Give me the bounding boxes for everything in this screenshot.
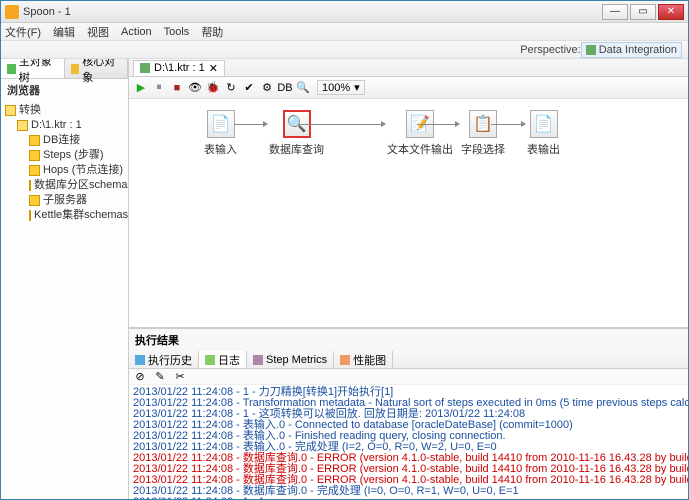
verify-button[interactable]: ✔ xyxy=(241,80,257,96)
explorer-button[interactable]: 🔍 xyxy=(295,80,311,96)
sidebar-tabs: 主对象树 核心对象 xyxy=(1,59,128,79)
run-button[interactable]: ▶ xyxy=(133,80,149,96)
transformation-icon xyxy=(140,63,150,73)
hop-arrow[interactable] xyxy=(417,124,459,125)
menu-tools[interactable]: Tools xyxy=(164,26,190,38)
hop-arrow[interactable] xyxy=(491,124,525,125)
log-output[interactable]: 2013/01/22 11:24:08 - 1 - 力刀精换[转换1]开始执行[… xyxy=(129,385,688,499)
step-label: 字段选择 xyxy=(461,141,505,157)
menu-action[interactable]: Action xyxy=(121,26,152,38)
data-integration-icon xyxy=(586,45,596,55)
step-icon: 📄 xyxy=(530,110,558,138)
canvas-step[interactable]: 🔍数据库查询 xyxy=(269,110,324,157)
history-icon xyxy=(135,355,145,365)
metrics-icon xyxy=(253,355,263,365)
canvas-step[interactable]: 📝文本文件输出 xyxy=(387,110,453,157)
hop-arrow[interactable] xyxy=(299,124,385,125)
chevron-down-icon: ▾ xyxy=(354,81,360,94)
pause-button[interactable]: ⏸ xyxy=(151,80,167,96)
step-label: 表输入 xyxy=(204,141,237,157)
close-button[interactable]: ✕ xyxy=(658,4,684,20)
step-label: 数据库查询 xyxy=(269,141,324,157)
folder-icon xyxy=(29,135,40,146)
sidebar-tab-main-objects[interactable]: 主对象树 xyxy=(1,59,65,78)
tree-node-clusters[interactable]: Kettle集群schemas xyxy=(5,208,124,223)
perspective-bar: Perspective: Data Integration xyxy=(1,41,688,59)
menu-edit[interactable]: 编辑 xyxy=(53,24,75,40)
log-clear-button[interactable]: ⊘ xyxy=(133,370,147,384)
canvas-area: D:\1.ktr : 1 ✕ ▶ ⏸ ■ 👁 🐞 ↻ ✔ ⚙ DB 🔍 100%… xyxy=(129,59,688,499)
file-tab[interactable]: D:\1.ktr : 1 ✕ xyxy=(133,60,225,76)
folder-icon xyxy=(29,180,31,191)
step-icon: 📄 xyxy=(207,110,235,138)
tree-node-file[interactable]: D:\1.ktr : 1 xyxy=(5,118,124,133)
step-label: 文本文件输出 xyxy=(387,141,453,157)
canvas-step[interactable]: 📋字段选择 xyxy=(461,110,505,157)
file-tabs: D:\1.ktr : 1 ✕ xyxy=(129,59,688,77)
impact-button[interactable]: ⚙ xyxy=(259,80,275,96)
chart-icon xyxy=(340,355,350,365)
window-title: Spoon - 1 xyxy=(23,6,602,18)
browser-title: 浏览器 xyxy=(1,79,128,101)
folder-icon xyxy=(29,195,40,206)
replay-button[interactable]: ↻ xyxy=(223,80,239,96)
stop-button[interactable]: ■ xyxy=(169,80,185,96)
minimize-button[interactable]: — xyxy=(602,4,628,20)
transformation-canvas[interactable]: 📄 表输入 🔍数据库查询 📝文本文件输出📋字段选择 📄 表输出 xyxy=(129,99,688,327)
preview-button[interactable]: 👁 xyxy=(187,80,203,96)
log-icon xyxy=(205,355,215,365)
tree-node-steps[interactable]: Steps (步骤) xyxy=(5,148,124,163)
folder-icon xyxy=(29,210,31,221)
hop-arrow[interactable] xyxy=(234,124,267,125)
log-filter-button[interactable]: ✂ xyxy=(173,370,187,384)
titlebar: Spoon - 1 — ▭ ✕ xyxy=(1,1,688,23)
tree-icon xyxy=(7,64,16,74)
sql-button[interactable]: DB xyxy=(277,80,293,96)
tree-node-partitions[interactable]: 数据库分区schemas xyxy=(5,178,124,193)
debug-button[interactable]: 🐞 xyxy=(205,80,221,96)
results-panel: 执行结果 执行历史 日志 Step Metrics 性能图 ⊘ ✎ ✂ 2013… xyxy=(129,327,688,499)
results-title: 执行结果 xyxy=(129,329,688,351)
tree-node-db[interactable]: DB连接 xyxy=(5,133,124,148)
sidebar: 主对象树 核心对象 浏览器 转换 D:\1.ktr : 1 DB连接 Steps… xyxy=(1,59,129,499)
folder-open-icon xyxy=(17,120,28,131)
menu-view[interactable]: 视图 xyxy=(87,24,109,40)
app-icon xyxy=(5,5,19,19)
menu-help[interactable]: 帮助 xyxy=(201,24,223,40)
results-tabs: 执行历史 日志 Step Metrics 性能图 xyxy=(129,351,688,369)
main-content: 主对象树 核心对象 浏览器 转换 D:\1.ktr : 1 DB连接 Steps… xyxy=(1,59,688,499)
tab-close-icon[interactable]: ✕ xyxy=(209,62,218,75)
tree-node-hops[interactable]: Hops (节点连接) xyxy=(5,163,124,178)
sidebar-tab-core-objects[interactable]: 核心对象 xyxy=(65,59,129,78)
folder-icon xyxy=(29,150,40,161)
perspective-label: Perspective: xyxy=(520,44,581,56)
folder-open-icon xyxy=(5,105,16,116)
tab-step-metrics[interactable]: Step Metrics xyxy=(247,351,334,368)
menu-file[interactable]: 文件(F) xyxy=(5,24,41,40)
menubar: 文件(F) 编辑 视图 Action Tools 帮助 xyxy=(1,23,688,41)
zoom-select[interactable]: 100%▾ xyxy=(317,80,365,95)
object-tree: 转换 D:\1.ktr : 1 DB连接 Steps (步骤) Hops (节点… xyxy=(1,101,128,225)
tab-log[interactable]: 日志 xyxy=(199,351,247,368)
tab-history[interactable]: 执行历史 xyxy=(129,351,199,368)
folder-icon xyxy=(71,64,80,74)
canvas-step[interactable]: 📄 表输入 xyxy=(204,110,237,157)
folder-icon xyxy=(29,165,40,176)
log-toolbar: ⊘ ✎ ✂ xyxy=(129,369,688,385)
canvas-toolbar: ▶ ⏸ ■ 👁 🐞 ↻ ✔ ⚙ DB 🔍 100%▾ xyxy=(129,77,688,99)
log-line: 2013/01/22 11:24:08 - 1 - 1 xyxy=(133,497,684,499)
step-label: 表输出 xyxy=(527,141,560,157)
canvas-step[interactable]: 📄 表输出 xyxy=(527,110,560,157)
perspective-button[interactable]: Data Integration xyxy=(581,42,682,58)
tree-node-slaves[interactable]: 子服务器 xyxy=(5,193,124,208)
log-settings-button[interactable]: ✎ xyxy=(153,370,167,384)
tab-performance[interactable]: 性能图 xyxy=(334,351,393,368)
maximize-button[interactable]: ▭ xyxy=(630,4,656,20)
tree-node-transforms[interactable]: 转换 xyxy=(5,103,124,118)
